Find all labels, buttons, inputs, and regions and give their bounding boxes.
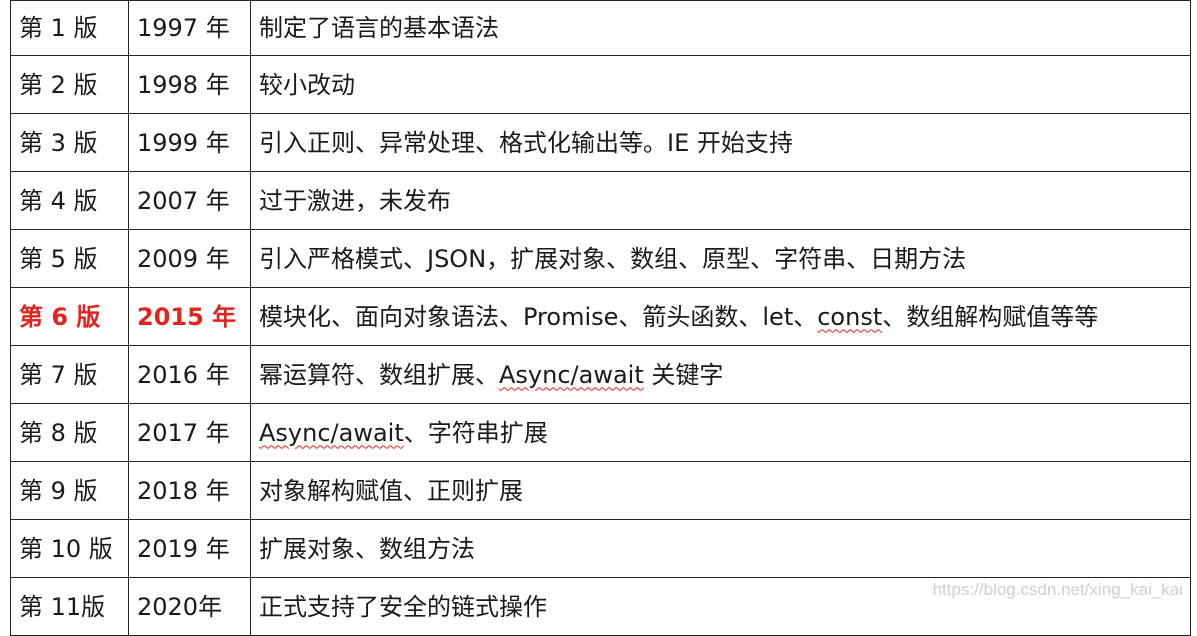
spellcheck-marked-word: Async/await: [259, 418, 404, 447]
version-cell: 第 6 版: [10, 287, 129, 346]
year-cell: 2016 年: [128, 345, 251, 404]
spellcheck-marked-word: const: [817, 302, 883, 331]
year-cell: 2007 年: [128, 171, 251, 230]
year-cell: 2018 年: [128, 461, 251, 520]
description-text: 引入严格模式、JSON，扩展对象、数组、原型、字符串、日期方法: [259, 244, 967, 273]
version-row: 第 5 版 2009 年 引入严格模式、JSON，扩展对象、数组、原型、字符串、…: [10, 229, 1191, 288]
description-cell: 较小改动: [250, 55, 1191, 114]
version-cell: 第 7 版: [10, 345, 129, 404]
version-cell: 第 2 版: [10, 55, 129, 114]
description-text: 、数组解构赋值等等: [882, 302, 1099, 331]
version-row: 第 7 版 2016 年 幂运算符、数组扩展、Async/await 关键字: [10, 345, 1191, 404]
description-text: 引入正则、异常处理、格式化输出等。IE 开始支持: [259, 128, 793, 157]
version-cell: 第 3 版: [10, 113, 129, 172]
version-row-highlighted: 第 6 版 2015 年 模块化、面向对象语法、Promise、箭头函数、let…: [10, 287, 1191, 346]
version-cell: 第 10 版: [10, 519, 129, 578]
version-cell: 第 4 版: [10, 171, 129, 230]
version-row: 第 2 版 1998 年 较小改动: [10, 55, 1191, 114]
versions-table-body: 第 1 版 1997 年 制定了语言的基本语法 第 2 版 1998 年 较小改…: [10, 0, 1191, 636]
description-cell: Async/await、字符串扩展: [250, 403, 1191, 462]
description-text: 正式支持了安全的链式操作: [259, 592, 547, 621]
version-row: 第 10 版 2019 年 扩展对象、数组方法: [10, 519, 1191, 578]
version-cell: 第 11版: [10, 577, 129, 636]
year-cell: 2015 年: [128, 287, 251, 346]
year-cell: 2019 年: [128, 519, 251, 578]
description-text: 扩展对象、数组方法: [259, 534, 475, 563]
version-cell: 第 1 版: [10, 0, 129, 56]
year-cell: 2009 年: [128, 229, 251, 288]
description-cell: 过于激进，未发布: [250, 171, 1191, 230]
version-row: 第 4 版 2007 年 过于激进，未发布: [10, 171, 1191, 230]
description-text: 对象解构赋值、正则扩展: [259, 476, 523, 505]
description-cell: 模块化、面向对象语法、Promise、箭头函数、let、const、数组解构赋值…: [250, 287, 1191, 346]
description-text: 过于激进，未发布: [259, 186, 451, 215]
description-text: 较小改动: [259, 70, 355, 99]
description-cell: 幂运算符、数组扩展、Async/await 关键字: [250, 345, 1191, 404]
watermark-url: https://blog.csdn.net/xing_kai_kai: [932, 580, 1183, 599]
version-cell: 第 5 版: [10, 229, 129, 288]
description-cell: 引入严格模式、JSON，扩展对象、数组、原型、字符串、日期方法: [250, 229, 1191, 288]
ecmascript-versions-table: 第 1 版 1997 年 制定了语言的基本语法 第 2 版 1998 年 较小改…: [10, 0, 1191, 636]
version-row: 第 8 版 2017 年 Async/await、字符串扩展: [10, 403, 1191, 462]
description-cell: 对象解构赋值、正则扩展: [250, 461, 1191, 520]
year-cell: 2017 年: [128, 403, 251, 462]
year-cell: 1999 年: [128, 113, 251, 172]
description-text: 制定了语言的基本语法: [259, 14, 499, 42]
spellcheck-marked-word: Async/await: [499, 360, 644, 389]
description-text: 、字符串扩展: [403, 418, 548, 447]
version-row: 第 9 版 2018 年 对象解构赋值、正则扩展: [10, 461, 1191, 520]
description-text: 模块化、面向对象语法、Promise、箭头函数、let、: [259, 302, 818, 331]
version-cell: 第 8 版: [10, 403, 129, 462]
year-cell: 2020年: [128, 577, 251, 636]
version-row: 第 3 版 1999 年 引入正则、异常处理、格式化输出等。IE 开始支持: [10, 113, 1191, 172]
year-cell: 1997 年: [128, 0, 251, 56]
version-cell: 第 9 版: [10, 461, 129, 520]
description-text: 关键字: [643, 360, 724, 389]
year-cell: 1998 年: [128, 55, 251, 114]
version-row: 第 1 版 1997 年 制定了语言的基本语法: [10, 0, 1191, 56]
description-cell: 引入正则、异常处理、格式化输出等。IE 开始支持: [250, 113, 1191, 172]
description-text: 幂运算符、数组扩展、: [259, 360, 499, 389]
description-cell: 扩展对象、数组方法: [250, 519, 1191, 578]
description-cell: 制定了语言的基本语法: [250, 0, 1191, 56]
